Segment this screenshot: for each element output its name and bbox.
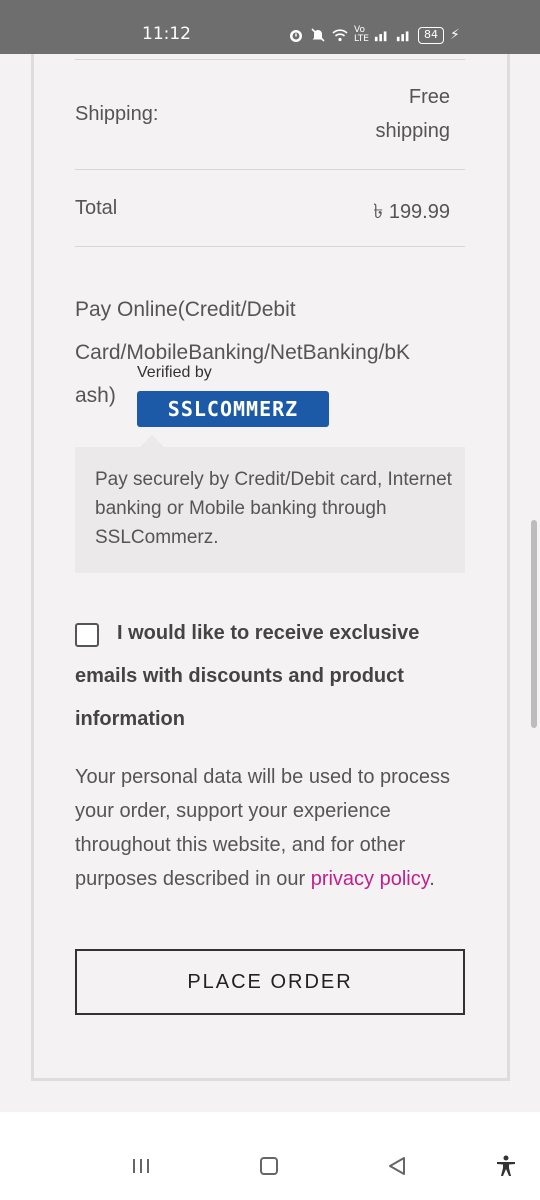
shipping-value-line1: Free: [408, 86, 450, 108]
accessibility-icon[interactable]: [492, 1152, 520, 1180]
charging-icon: ⚡: [450, 27, 460, 43]
optin-checkbox[interactable]: [75, 623, 99, 647]
payment-method-title-line1: Pay Online(Credit/Debit: [75, 298, 296, 321]
privacy-notice: Your personal data will be used to proce…: [75, 760, 470, 896]
shipping-value-line2: shipping: [375, 120, 450, 142]
place-order-button[interactable]: PLACE ORDER: [75, 949, 465, 1015]
payment-description-box: Pay securely by Credit/Debit card, Inter…: [75, 447, 465, 573]
system-nav-bar: [0, 1112, 540, 1200]
sslcommerz-logo: SSLCOMMERZ: [137, 391, 329, 427]
status-icons: Vo LTE 84 ⚡: [288, 26, 460, 44]
payment-method-title-line3: ash): [75, 384, 116, 407]
signal-icon-2: [396, 31, 409, 42]
mute-bell-icon: [311, 28, 325, 42]
shipping-label: Shipping:: [75, 103, 159, 125]
payment-box-arrow: [140, 435, 164, 447]
back-icon[interactable]: [383, 1152, 411, 1180]
alarm-icon: [290, 30, 302, 42]
signal-icon-1: [374, 31, 387, 42]
divider: [75, 59, 465, 60]
payment-description: Pay securely by Credit/Debit card, Inter…: [95, 469, 452, 548]
battery-icon: 84: [418, 26, 444, 44]
scrollbar[interactable]: [531, 520, 537, 728]
status-bar: 11:12 Vo LTE 84 ⚡: [0, 0, 540, 54]
privacy-policy-link[interactable]: privacy policy: [311, 868, 430, 890]
total-label: Total: [75, 197, 118, 219]
volte-icon: Vo LTE: [354, 25, 369, 44]
status-time: 11:12: [142, 24, 191, 44]
total-value: ৳ 199.99: [373, 201, 450, 223]
divider: [75, 169, 465, 170]
optin-label: I would like to receive exclusive emails…: [75, 622, 420, 730]
divider: [75, 246, 465, 247]
payment-method-title-line2: Card/MobileBanking/NetBanking/bK: [75, 341, 411, 364]
wifi-icon: [332, 29, 348, 42]
sslcommerz-logo-text: SSLCOMMERZ: [167, 397, 299, 421]
home-icon[interactable]: [255, 1152, 283, 1180]
verified-by-label: Verified by: [137, 364, 212, 381]
recent-apps-icon[interactable]: [127, 1152, 155, 1180]
privacy-notice-end: .: [429, 868, 435, 890]
